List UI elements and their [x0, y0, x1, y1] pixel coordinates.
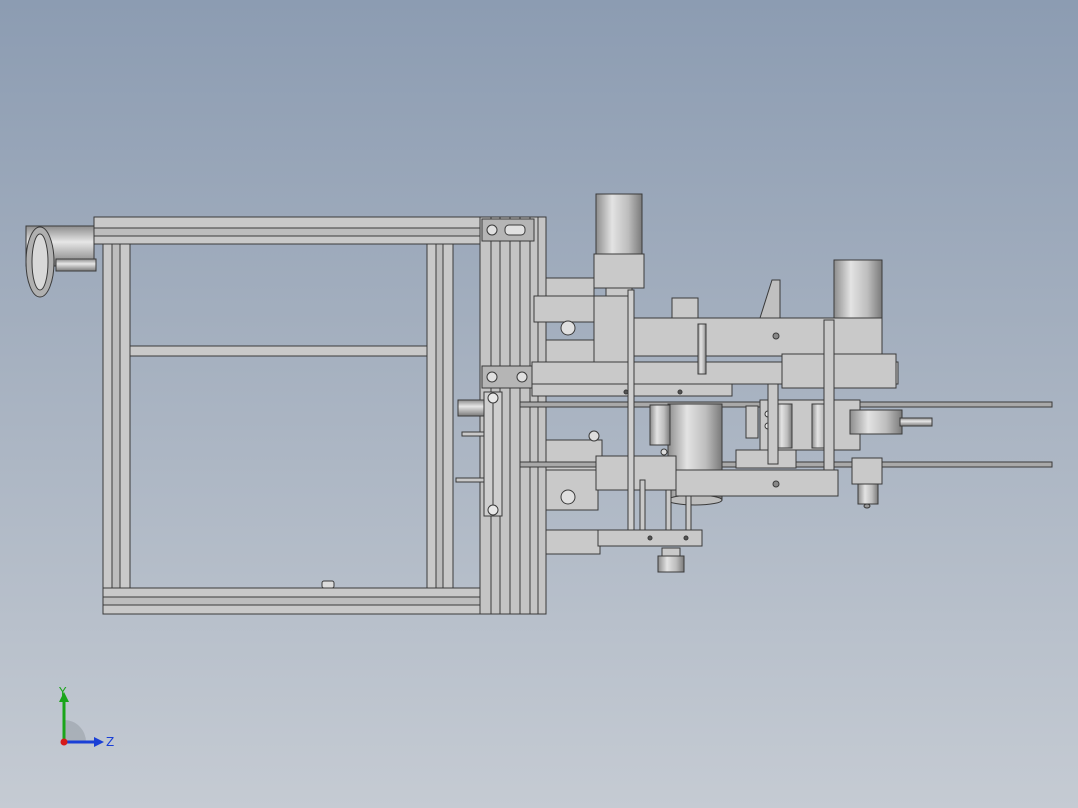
- cad-graphics-viewport[interactable]: [0, 0, 1078, 808]
- right-mechanism[interactable]: [519, 193, 1053, 573]
- left-motor-drum[interactable]: [25, 225, 97, 298]
- z-axis-label: Z: [106, 735, 114, 749]
- y-axis-label: Y: [58, 685, 67, 699]
- x-axis-origin-icon: [60, 738, 68, 746]
- z-axis-arrowhead-icon: [94, 737, 104, 747]
- coordinate-triad: Y Z: [58, 685, 114, 749]
- aluminium-frame[interactable]: [93, 216, 547, 615]
- triad-plane-icon: [64, 720, 86, 742]
- machine-assembly-model[interactable]: [25, 193, 1053, 615]
